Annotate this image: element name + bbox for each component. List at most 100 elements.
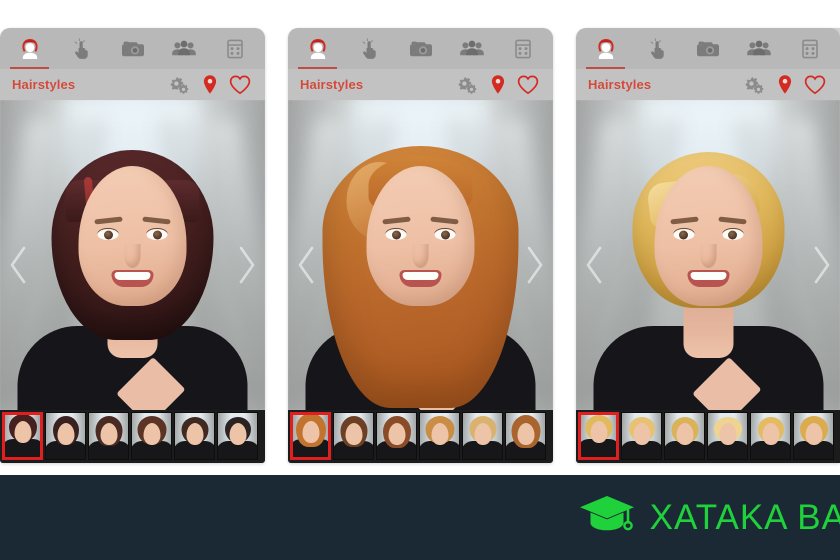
app-top-tabbar	[0, 28, 265, 69]
chevron-right-icon	[239, 246, 255, 283]
camera-tab[interactable]	[395, 28, 446, 69]
collage-tab[interactable]	[210, 28, 261, 69]
gears-icon	[745, 76, 764, 94]
settings-tool[interactable]	[740, 72, 770, 98]
model-brow-left	[382, 216, 411, 225]
model-eye-right	[434, 229, 456, 240]
models-tab[interactable]	[446, 28, 497, 69]
photo-stage	[0, 100, 265, 410]
manual-edit-tab[interactable]	[343, 28, 394, 69]
model-eye-left	[385, 229, 407, 240]
next-style-button[interactable]	[808, 243, 834, 287]
page-title: Hairstyles	[12, 77, 76, 92]
hairstyle-thumb-6[interactable]	[793, 412, 834, 460]
models-tab[interactable]	[734, 28, 785, 69]
collage-tab[interactable]	[785, 28, 836, 69]
app-top-tabbar	[288, 28, 553, 69]
model-eye-left	[673, 229, 694, 240]
hand-tap-icon	[650, 37, 664, 59]
prev-style-button[interactable]	[294, 243, 320, 287]
hairstyles-tab[interactable]	[4, 28, 55, 69]
chevron-left-icon	[10, 246, 26, 283]
chevron-left-icon	[298, 246, 314, 283]
hairstyle-thumb-3[interactable]	[88, 412, 129, 460]
hairstyle-thumbnail-strip[interactable]	[288, 410, 553, 463]
model-nose	[125, 244, 141, 268]
hairstyle-thumb-6[interactable]	[505, 412, 546, 460]
model-brow-left	[669, 216, 699, 225]
favorites-tool[interactable]	[225, 72, 255, 98]
hairstyles-tab[interactable]	[292, 28, 343, 69]
camera-icon	[121, 41, 144, 56]
grid-collage-icon	[802, 39, 819, 58]
app-top-tabbar	[576, 28, 840, 69]
settings-tool[interactable]	[165, 72, 195, 98]
manual-edit-tab[interactable]	[631, 28, 682, 69]
next-style-button[interactable]	[233, 243, 259, 287]
camera-icon	[409, 41, 432, 56]
hairstyle-thumb-5[interactable]	[174, 412, 215, 460]
woman-hair-icon	[597, 38, 614, 59]
hairstyle-thumb-1[interactable]	[2, 412, 43, 460]
hairstyle-thumb-3[interactable]	[664, 412, 705, 460]
photo-stage	[576, 100, 840, 410]
model-preview[interactable]	[305, 130, 536, 410]
models-tab[interactable]	[158, 28, 209, 69]
salon-locator-tool[interactable]	[483, 72, 513, 98]
model-nose	[700, 244, 716, 268]
next-style-button[interactable]	[521, 243, 547, 287]
collage-tab[interactable]	[498, 28, 549, 69]
favorites-tool[interactable]	[513, 72, 543, 98]
model-brow-right	[142, 216, 171, 225]
brand-wordmark: XATAKA BA	[649, 497, 840, 537]
camera-icon	[697, 41, 719, 56]
heart-outline-icon	[229, 75, 251, 94]
model-preview[interactable]	[593, 130, 823, 410]
favorites-tool[interactable]	[800, 72, 830, 98]
model-mouth	[687, 270, 729, 287]
chevron-right-icon	[527, 246, 543, 283]
salon-locator-tool[interactable]	[770, 72, 800, 98]
settings-tool[interactable]	[453, 72, 483, 98]
chevron-left-icon	[586, 246, 602, 283]
manual-edit-tab[interactable]	[55, 28, 106, 69]
app-panel-short-blonde: Hairstyles	[576, 28, 840, 463]
model-eye-right	[722, 229, 743, 240]
hairstyle-thumb-4[interactable]	[707, 412, 748, 460]
chevron-right-icon	[814, 246, 830, 283]
hairstyle-thumbnail-strip[interactable]	[0, 410, 265, 463]
hairstyle-thumb-4[interactable]	[419, 412, 460, 460]
heart-outline-icon	[804, 75, 826, 94]
app-panel-dark-bob: Hairstyles	[0, 28, 265, 463]
grid-collage-icon	[515, 39, 532, 58]
hairstyle-thumb-2[interactable]	[45, 412, 86, 460]
model-preview[interactable]	[17, 130, 248, 410]
model-mouth	[111, 270, 154, 287]
people-group-icon	[172, 40, 196, 55]
hairstyle-thumb-4[interactable]	[131, 412, 172, 460]
location-pin-icon	[203, 74, 217, 94]
salon-locator-tool[interactable]	[195, 72, 225, 98]
hairstyle-thumbnail-strip[interactable]	[576, 410, 840, 463]
hairstyle-thumb-6[interactable]	[217, 412, 258, 460]
hairstyle-thumb-3[interactable]	[376, 412, 417, 460]
hand-tap-icon	[362, 37, 376, 59]
hairstyle-thumb-2[interactable]	[621, 412, 662, 460]
brand-footer-bar: XATAKA BA	[0, 475, 840, 560]
screen-title-bar: Hairstyles	[288, 69, 553, 100]
camera-tab[interactable]	[682, 28, 733, 69]
hairstyle-thumb-2[interactable]	[333, 412, 374, 460]
hairstyle-thumb-1[interactable]	[578, 412, 619, 460]
hairstyle-thumb-5[interactable]	[750, 412, 791, 460]
hairstyle-thumb-1[interactable]	[290, 412, 331, 460]
screenshot-root: Hairstyles Hairstyles Hairstyles XATAKA …	[0, 0, 840, 560]
location-pin-icon	[778, 74, 792, 94]
camera-tab[interactable]	[107, 28, 158, 69]
app-screenshots-row: Hairstyles Hairstyles Hairstyles	[0, 0, 840, 475]
prev-style-button[interactable]	[582, 243, 608, 287]
model-brow-right	[717, 216, 747, 225]
prev-style-button[interactable]	[6, 243, 32, 287]
hairstyle-thumb-5[interactable]	[462, 412, 503, 460]
hairstyles-tab[interactable]	[580, 28, 631, 69]
heart-outline-icon	[517, 75, 539, 94]
